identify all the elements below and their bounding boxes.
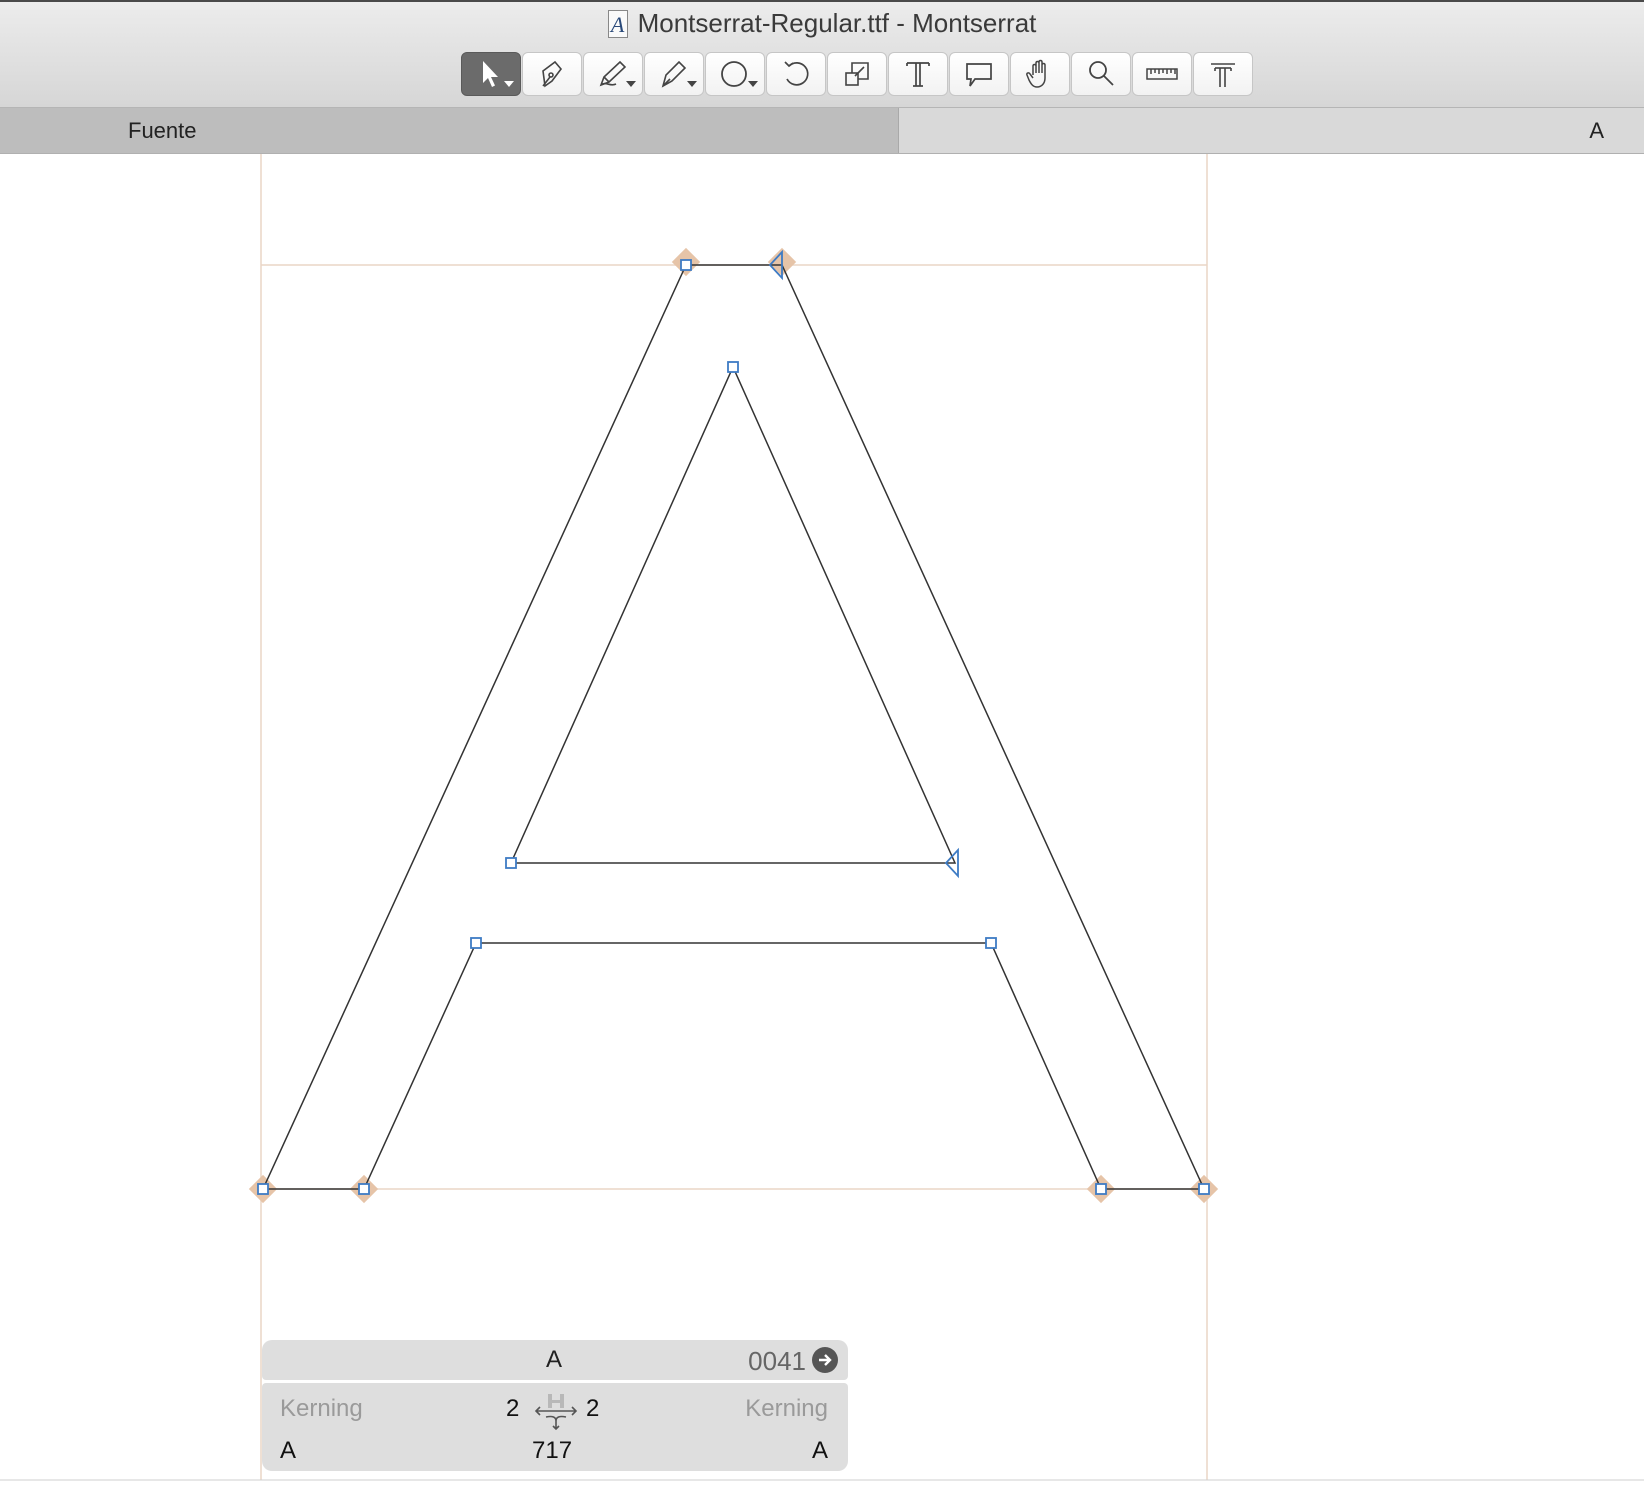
node-point[interactable] <box>727 361 739 373</box>
tab-font[interactable]: Fuente <box>0 108 899 153</box>
font-document-icon: A <box>607 9 628 38</box>
arrow-pointer-icon <box>483 61 498 87</box>
node-point[interactable] <box>985 937 997 949</box>
node-point[interactable] <box>680 259 692 271</box>
node-point[interactable] <box>1198 1183 1210 1195</box>
right-kerning-label: Kerning <box>745 1395 828 1422</box>
node-point[interactable] <box>505 857 517 869</box>
pencil-tool-button[interactable] <box>583 52 643 96</box>
glyph-canvas[interactable] <box>0 154 1644 1488</box>
contour-nodes <box>257 249 1210 1195</box>
rotate-icon <box>784 61 809 86</box>
unicode-value: 0041 <box>748 1346 806 1376</box>
glyph-metrics-panel: Kerning 2 2 Kerning A 717 A <box>262 1383 848 1471</box>
scale-tool-button[interactable] <box>827 52 887 96</box>
go-to-glyph-arrow-icon[interactable] <box>812 1347 838 1373</box>
speech-bubble-icon <box>966 63 992 87</box>
node-point[interactable] <box>257 1183 269 1195</box>
metric-guides <box>260 154 1208 1480</box>
window-titlebar: A Montserrat-Regular.ttf - Montserrat <box>0 0 1644 108</box>
toolbar <box>461 52 1253 96</box>
text-tool-button[interactable] <box>888 52 948 96</box>
hand-tool-button[interactable] <box>1010 52 1070 96</box>
tab-glyph-label: A <box>1589 118 1604 143</box>
right-sidebearing-value[interactable]: 2 <box>586 1395 599 1423</box>
shape-tool-button[interactable] <box>705 52 765 96</box>
chevron-down-icon <box>748 81 758 87</box>
metrics-icon <box>1211 63 1235 87</box>
left-kerning-label: Kerning <box>280 1395 363 1422</box>
window-title: A Montserrat-Regular.ttf - Montserrat <box>0 8 1644 39</box>
outer-contour[interactable] <box>261 264 1206 1190</box>
extreme-node-highlights <box>248 247 1219 1204</box>
scale-icon <box>845 62 869 86</box>
left-sidebearing-value[interactable]: 2 <box>506 1395 519 1423</box>
glyph-editor-svg[interactable] <box>0 154 1644 1488</box>
node-point[interactable] <box>1095 1183 1107 1195</box>
zoom-tool-button[interactable] <box>1071 52 1131 96</box>
pen-tool-button[interactable] <box>522 52 582 96</box>
metrics-tool-button[interactable] <box>1193 52 1253 96</box>
sidebearing-link-icon[interactable] <box>534 1391 578 1436</box>
chevron-down-icon <box>687 81 697 87</box>
advance-width-value[interactable]: 717 <box>532 1437 572 1465</box>
pencil-icon <box>599 60 627 87</box>
inner-contour[interactable] <box>509 365 957 864</box>
measure-tool-button[interactable] <box>1132 52 1192 96</box>
right-neighbor-glyph[interactable]: A <box>812 1437 828 1465</box>
node-point[interactable] <box>358 1183 370 1195</box>
tab-font-label: Fuente <box>128 118 197 143</box>
arrow-right-icon <box>819 1354 832 1366</box>
chevron-down-icon <box>626 81 636 87</box>
calligraphy-pen-icon <box>661 60 687 88</box>
left-neighbor-glyph[interactable]: A <box>280 1437 296 1465</box>
calligraphy-pen-tool-button[interactable] <box>644 52 704 96</box>
tab-strip: Fuente A <box>0 108 1644 154</box>
glyph-info-header: A 0041 <box>262 1340 848 1380</box>
node-point[interactable] <box>470 937 482 949</box>
hand-icon <box>1026 59 1046 88</box>
pen-nib-icon <box>542 60 563 88</box>
window-title-text: Montserrat-Regular.ttf - Montserrat <box>637 8 1037 38</box>
magnifier-icon <box>1089 61 1114 86</box>
tab-glyph[interactable]: A <box>899 108 1644 153</box>
text-icon <box>906 62 930 87</box>
metrics-link-icon <box>534 1394 578 1431</box>
rotate-tool-button[interactable] <box>766 52 826 96</box>
ruler-icon <box>1146 68 1178 80</box>
comment-tool-button[interactable] <box>949 52 1009 96</box>
chevron-down-icon <box>504 81 514 87</box>
circle-shape-icon <box>721 61 747 87</box>
pointer-tool-button[interactable] <box>461 52 521 96</box>
